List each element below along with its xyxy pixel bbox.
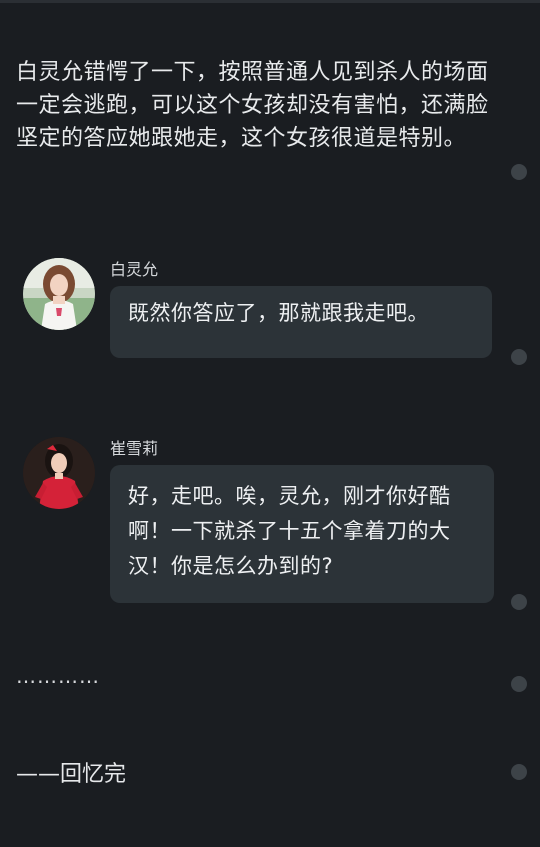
message-bubble[interactable]: 好，走吧。唉，灵允，刚才你好酷啊！一下就杀了十五个拿着刀的大汉！你是怎么办到的? bbox=[110, 465, 494, 603]
avatar-bai-lingyun[interactable] bbox=[23, 258, 95, 330]
message-text: 既然你答应了，那就跟我走吧。 bbox=[128, 301, 429, 325]
narration-paragraph: 白灵允错愕了一下，按照普通人见到杀人的场面一定会逃跑，可以这个女孩却没有害怕，还… bbox=[16, 60, 489, 151]
paragraph-marker-dot[interactable] bbox=[511, 164, 527, 180]
avatar-girl-red-icon bbox=[23, 437, 95, 509]
speaker-name: 崔雪莉 bbox=[110, 439, 159, 458]
message-text: 好，走吧。唉，灵允，刚才你好酷啊！一下就杀了十五个拿着刀的大汉！你是怎么办到的? bbox=[128, 484, 451, 578]
speaker-name: 白灵允 bbox=[110, 260, 159, 279]
ellipsis-text: ………… bbox=[16, 664, 100, 688]
recall-end-text: ——回忆完 bbox=[16, 762, 127, 787]
paragraph-marker-dot[interactable] bbox=[511, 764, 527, 780]
top-divider bbox=[0, 0, 540, 3]
avatar-cui-xueli[interactable] bbox=[23, 437, 95, 509]
paragraph-marker-dot[interactable] bbox=[511, 676, 527, 692]
message-marker-dot[interactable] bbox=[511, 594, 527, 610]
avatar-girl-white-icon bbox=[23, 258, 95, 330]
message-bubble[interactable]: 既然你答应了，那就跟我走吧。 bbox=[110, 286, 492, 358]
message-marker-dot[interactable] bbox=[511, 349, 527, 365]
